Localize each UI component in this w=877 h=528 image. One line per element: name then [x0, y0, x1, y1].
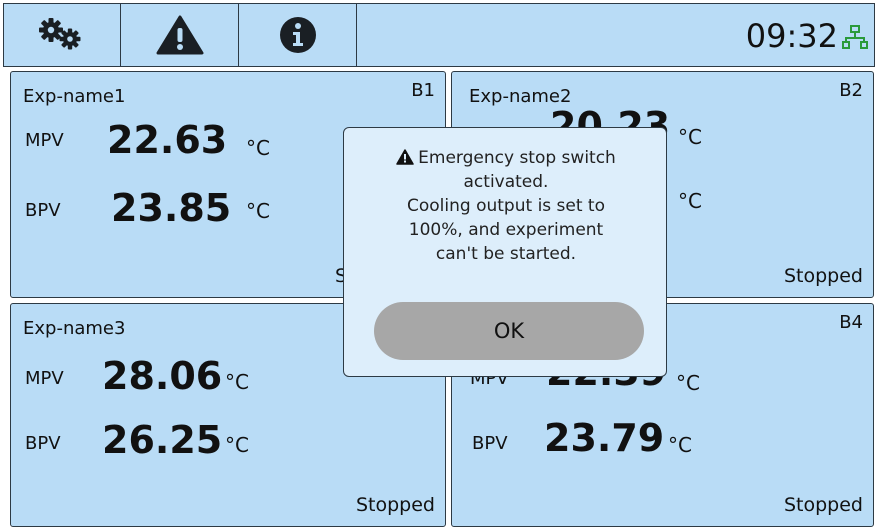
emergency-stop-dialog: Emergency stop switch activated. Cooling…	[343, 127, 667, 377]
status-text: Stopped	[783, 265, 863, 287]
dialog-line: activated.	[463, 172, 549, 192]
bpv-value: 23.79	[544, 416, 665, 460]
bpv-value: 23.85	[111, 186, 232, 230]
dialog-line: 100%, and experiment	[408, 220, 604, 240]
experiment-name: Exp-name3	[23, 318, 126, 339]
top-bar: 09:32	[3, 3, 875, 67]
mpv-value: 28.06	[102, 354, 223, 398]
warning-icon	[156, 15, 203, 55]
mpv-unit: °C	[246, 136, 270, 160]
bpv-label: BPV	[472, 433, 508, 454]
network-icon	[842, 25, 868, 49]
bpv-value: 26.25	[102, 418, 223, 462]
bath-id: B4	[839, 312, 863, 333]
dialog-line: Emergency stop switch	[418, 148, 616, 168]
mpv-unit: °C	[678, 125, 702, 149]
dialog-line: Cooling output is set to	[407, 196, 605, 216]
bpv-unit: °C	[246, 199, 270, 223]
status-text: Stopped	[783, 494, 863, 516]
info-button[interactable]	[239, 4, 357, 66]
warning-icon	[396, 149, 414, 165]
bpv-unit: °C	[225, 433, 249, 457]
bpv-label: BPV	[25, 200, 61, 221]
bath-id: B2	[839, 80, 863, 101]
mpv-label: MPV	[25, 130, 64, 151]
status-text: Stopped	[355, 494, 435, 516]
info-icon	[279, 17, 316, 53]
gears-icon	[39, 18, 81, 50]
mpv-value: 22.63	[107, 118, 228, 162]
bpv-label: BPV	[25, 433, 61, 454]
bpv-unit: °C	[668, 433, 692, 457]
warnings-button[interactable]	[121, 4, 239, 66]
mpv-unit: °C	[676, 371, 700, 395]
bath-id: B1	[411, 80, 435, 101]
dialog-line: can't be started.	[435, 244, 577, 264]
clock: 09:32	[745, 17, 838, 55]
bpv-unit: °C	[678, 189, 702, 213]
ok-button[interactable]: OK	[374, 302, 644, 360]
mpv-unit: °C	[225, 370, 249, 394]
settings-button[interactable]	[4, 4, 121, 66]
experiment-name: Exp-name1	[23, 86, 126, 107]
dialog-message: Emergency stop switch activated. Cooling…	[356, 146, 656, 266]
mpv-label: MPV	[25, 368, 64, 389]
